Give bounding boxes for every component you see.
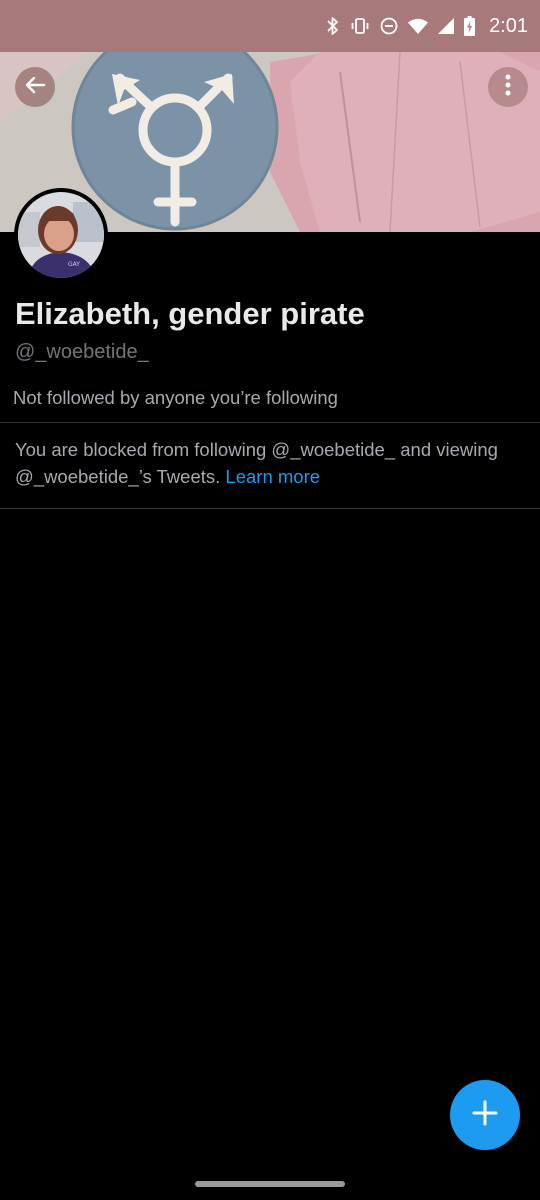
more-options-button[interactable] — [488, 67, 528, 107]
wifi-icon — [408, 18, 429, 34]
user-handle: @_woebetide_ — [15, 341, 149, 363]
status-time: 2:01 — [489, 14, 528, 37]
status-icons: 2:01 — [326, 15, 528, 38]
cell-signal-icon — [438, 18, 455, 34]
learn-more-link[interactable]: Learn more — [225, 466, 320, 487]
compose-tweet-button[interactable] — [450, 1080, 520, 1150]
vibrate-icon — [350, 16, 370, 36]
display-name: Elizabeth, gender pirate — [15, 296, 365, 331]
svg-text:GAY: GAY — [68, 261, 80, 268]
divider — [0, 508, 540, 509]
more-vertical-icon — [505, 74, 511, 100]
gesture-navigation-bar[interactable] — [195, 1181, 345, 1187]
do-not-disturb-icon — [380, 17, 398, 35]
followers-you-know[interactable]: Not followed by anyone you’re following — [13, 387, 338, 409]
battery-charging-icon — [464, 16, 476, 36]
arrow-left-icon — [24, 74, 46, 100]
blocked-notice: You are blocked from following @_woebeti… — [15, 436, 525, 490]
status-bar: 2:01 — [0, 0, 540, 52]
profile-photo: GAY — [18, 192, 104, 278]
avatar[interactable]: GAY — [14, 188, 108, 282]
divider — [0, 422, 540, 423]
bluetooth-icon — [326, 16, 340, 36]
back-button[interactable] — [15, 67, 55, 107]
plus-icon — [472, 1100, 498, 1130]
